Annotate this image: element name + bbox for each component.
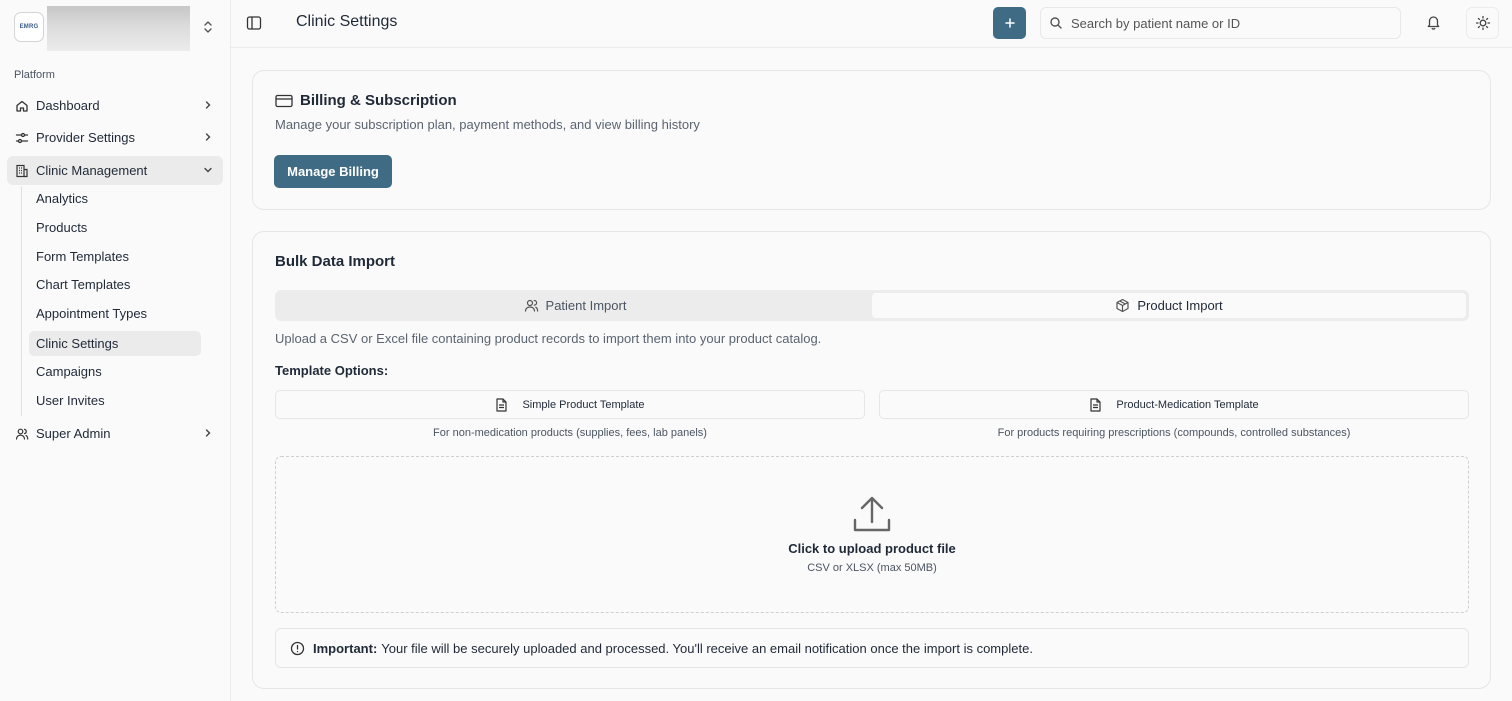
sidebar-item-dashboard[interactable]: Dashboard [7, 91, 223, 120]
sidebar-subitem-user-invites[interactable]: User Invites [29, 388, 201, 413]
billing-card: Billing & Subscription Manage your subsc… [252, 70, 1491, 210]
home-icon [15, 99, 29, 113]
billing-description: Manage your subscription plan, payment m… [275, 117, 700, 132]
plus-icon [1004, 17, 1016, 29]
users-icon [524, 298, 539, 313]
import-tabs: Patient Import Product Import [275, 290, 1469, 321]
file-upload-dropzone[interactable]: Click to upload product file CSV or XLSX… [275, 456, 1469, 613]
chevron-right-icon [202, 99, 214, 111]
info-icon [290, 641, 305, 656]
package-icon [1115, 298, 1130, 313]
sidebar-subitem-analytics[interactable]: Analytics [29, 186, 201, 211]
chevron-down-icon [202, 164, 214, 176]
sliders-icon [15, 131, 29, 145]
import-description: Upload a CSV or Excel file containing pr… [275, 331, 822, 346]
simple-product-template-button[interactable]: Simple Product Template [275, 390, 865, 419]
chevrons-up-down-icon[interactable] [201, 19, 215, 35]
sun-icon [1475, 15, 1491, 31]
sidebar-item-super-admin[interactable]: Super Admin [7, 419, 223, 448]
bulk-import-card: Bulk Data Import Patient Import Product … [252, 231, 1491, 689]
bulk-import-title: Bulk Data Import [275, 253, 396, 270]
notice-strong: Important: [313, 640, 378, 656]
sidebar-toggle-icon[interactable] [246, 15, 262, 31]
sidebar-item-label: Clinic Management [36, 163, 148, 178]
bell-icon[interactable] [1426, 14, 1441, 30]
patient-search [1040, 7, 1401, 39]
sidebar-item-label: Dashboard [36, 98, 100, 113]
notice-text: Your file will be securely uploaded and … [381, 640, 1033, 656]
org-switcher[interactable]: EMRG [14, 6, 224, 51]
sidebar-item-label: Super Admin [36, 426, 111, 441]
billing-title: Billing & Subscription [275, 92, 457, 109]
sidebar-subitem-form-templates[interactable]: Form Templates [29, 244, 201, 269]
sidebar-subitem-clinic-settings[interactable]: Clinic Settings [29, 331, 201, 356]
credit-card-icon [275, 94, 293, 108]
import-notice: Important: Your file will be securely up… [275, 628, 1469, 668]
chevron-right-icon [202, 131, 214, 143]
sidebar-item-clinic-management[interactable]: Clinic Management [7, 156, 223, 185]
building-icon [15, 164, 29, 178]
sidebar-subitem-chart-templates[interactable]: Chart Templates [29, 272, 201, 297]
manage-billing-button[interactable]: Manage Billing [274, 155, 392, 188]
org-logo: EMRG [14, 12, 44, 42]
org-name-redacted [47, 6, 190, 51]
template-options-label: Template Options: [275, 363, 389, 378]
sidebar: EMRG Platform Dashboard Provider Setting… [0, 0, 231, 701]
nav-section-label: Platform [14, 69, 55, 81]
page-title: Clinic Settings [296, 13, 398, 30]
file-text-icon [495, 397, 508, 412]
upload-icon [851, 495, 893, 535]
upload-title: Click to upload product file [788, 541, 956, 556]
sidebar-subitem-products[interactable]: Products [29, 215, 201, 240]
add-button[interactable] [993, 7, 1026, 39]
sidebar-subitem-appointment-types[interactable]: Appointment Types [29, 301, 201, 326]
sidebar-item-provider-settings[interactable]: Provider Settings [7, 123, 223, 152]
simple-template-description: For non-medication products (supplies, f… [433, 427, 707, 439]
top-header: Clinic Settings [231, 0, 1512, 48]
file-text-icon [1089, 397, 1102, 412]
users-icon [15, 427, 29, 441]
medication-template-description: For products requiring prescriptions (co… [997, 427, 1351, 439]
chevron-right-icon [202, 427, 214, 439]
upload-subtitle: CSV or XLSX (max 50MB) [807, 562, 937, 574]
submenu-guide-line [21, 186, 22, 416]
theme-toggle-button[interactable] [1466, 7, 1499, 39]
tab-patient-import[interactable]: Patient Import [278, 293, 872, 318]
medication-template-button[interactable]: Product-Medication Template [879, 390, 1469, 419]
search-input[interactable] [1071, 15, 1391, 31]
sidebar-subitem-campaigns[interactable]: Campaigns [29, 359, 201, 384]
tab-product-import[interactable]: Product Import [872, 293, 1466, 318]
search-icon [1049, 16, 1063, 30]
sidebar-item-label: Provider Settings [36, 130, 135, 145]
